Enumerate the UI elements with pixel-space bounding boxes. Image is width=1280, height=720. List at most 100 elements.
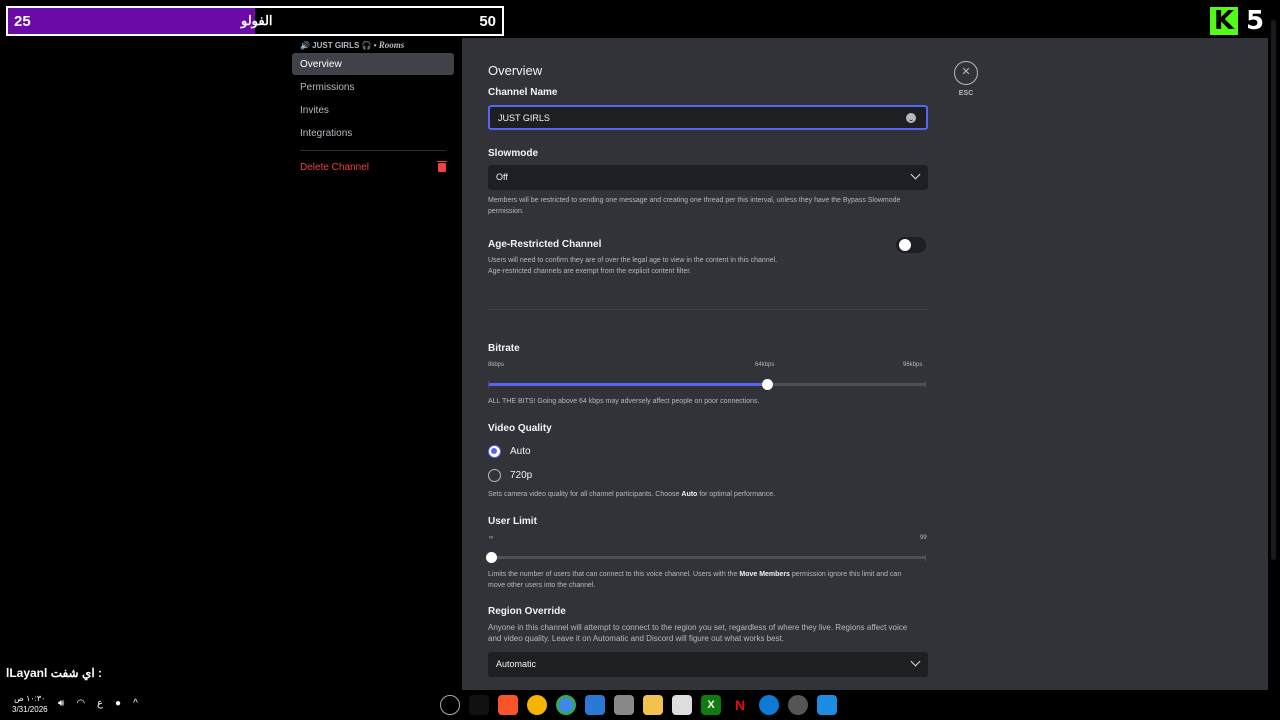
- chat-text: اي شفت :: [50, 666, 103, 680]
- volume-icon[interactable]: 🔊︎: [58, 698, 64, 709]
- file-explorer-icon[interactable]: [643, 695, 663, 715]
- region-override-label: Region Override: [488, 606, 566, 617]
- toggle-knob: [899, 239, 911, 251]
- follower-goal-bar: 25 الفولو 50: [6, 6, 504, 36]
- chrome-icon[interactable]: [556, 695, 576, 715]
- hint-text: Sets camera video quality for all channe…: [488, 491, 680, 498]
- bitrate-min-label: 8kbps: [488, 362, 505, 368]
- language-indicator[interactable]: ع: [97, 698, 103, 709]
- video-quality-option-auto[interactable]: Auto: [488, 445, 531, 458]
- sidebar-divider: [300, 150, 446, 151]
- video-quality-hint: Sets camera video quality for all channe…: [488, 489, 918, 500]
- bitrate-slider-fill: [488, 383, 767, 386]
- xbox-icon[interactable]: X: [701, 695, 721, 715]
- slowmode-select[interactable]: Off: [488, 165, 928, 190]
- radio-selected-icon[interactable]: [488, 445, 501, 458]
- region-value: Automatic: [496, 659, 537, 669]
- age-restricted-hint: Users will need to confirm they are of o…: [488, 255, 918, 277]
- user-limit-tick: [925, 554, 926, 561]
- blank-app-icon[interactable]: [469, 695, 489, 715]
- close-settings-button[interactable]: ✕ ESC: [953, 61, 979, 97]
- bitrate-mid-label: 64kbps: [755, 362, 775, 368]
- age-hint-line-2: Age-restricted channels are exempt from …: [488, 268, 692, 275]
- sidebar-item-permissions[interactable]: Permissions: [292, 76, 454, 98]
- age-hint-line-1: Users will need to confirm they are of o…: [488, 257, 778, 264]
- sidebar-item-label: Invites: [300, 104, 329, 116]
- bitrate-tick: [925, 381, 926, 388]
- kick-logo: K 5: [1210, 6, 1264, 36]
- netflix-icon[interactable]: N: [730, 695, 750, 715]
- emoji-icon[interactable]: [906, 113, 916, 123]
- user-limit-slider[interactable]: [486, 552, 926, 563]
- brave-icon[interactable]: [498, 695, 518, 715]
- slowmode-hint: Members will be restricted to sending on…: [488, 197, 901, 215]
- channel-name-label: Channel Name: [488, 87, 558, 98]
- video-option-label: Auto: [510, 446, 531, 457]
- chrome-canary-icon[interactable]: [527, 695, 547, 715]
- copilot-icon[interactable]: [440, 695, 460, 715]
- goal-current: 25: [14, 13, 31, 30]
- sidebar-item-overview[interactable]: Overview: [292, 53, 454, 75]
- sidebar-item-label: Overview: [300, 58, 342, 70]
- close-icon[interactable]: ✕: [954, 61, 978, 85]
- wifi-icon[interactable]: ◠: [76, 698, 85, 709]
- region-override-hint: Anyone in this channel will attempt to c…: [488, 623, 908, 643]
- chevron-down-icon: [910, 656, 921, 667]
- sidebar-item-integrations[interactable]: Integrations: [292, 122, 454, 144]
- store-icon[interactable]: [672, 695, 692, 715]
- trash-icon: [437, 160, 447, 172]
- goal-target: 50: [479, 13, 496, 30]
- chat-overlay-message: lLayanl اي شفت :: [6, 666, 102, 680]
- hint-text: Limits the number of users that can conn…: [488, 571, 738, 578]
- video-quality-option-720p[interactable]: 720p: [488, 469, 532, 482]
- clock-date: 3/31/2026: [12, 705, 48, 714]
- delete-channel-label: Delete Channel: [300, 161, 369, 173]
- channel-name-value: JUST GIRLS: [498, 113, 550, 123]
- page-scrollbar[interactable]: [1271, 20, 1276, 560]
- user-limit-max-label: 99: [920, 535, 927, 541]
- bitrate-slider[interactable]: [488, 379, 926, 390]
- kick-k-icon: K: [1210, 7, 1238, 35]
- delete-channel-button[interactable]: Delete Channel: [292, 156, 454, 178]
- page-title: Overview: [488, 63, 543, 78]
- chevron-up-icon[interactable]: ^: [133, 698, 138, 709]
- user-limit-slider-handle[interactable]: [486, 552, 497, 563]
- photos-icon[interactable]: [585, 695, 605, 715]
- video-quality-label: Video Quality: [488, 423, 552, 434]
- bitrate-max-label: 96kbps: [903, 362, 923, 368]
- slowmode-label: Slowmode: [488, 148, 539, 159]
- category-name: Rooms: [378, 40, 405, 50]
- windows-icon[interactable]: [817, 695, 837, 715]
- goal-label: الفولو: [241, 13, 273, 28]
- radio-unselected-icon[interactable]: [488, 469, 501, 482]
- user-limit-min-label: ∞: [489, 535, 494, 541]
- user-limit-label: User Limit: [488, 516, 537, 527]
- bitrate-label: Bitrate: [488, 343, 520, 354]
- hint-bold: Auto: [681, 491, 698, 498]
- sidebar-header: 🔊 JUST GIRLS 🎧 • Rooms: [292, 38, 454, 52]
- sidebar-item-invites[interactable]: Invites: [292, 99, 454, 121]
- notepad-icon[interactable]: [614, 695, 634, 715]
- bitrate-hint: ALL THE BITS! Going above 64 kbps may ad…: [488, 398, 760, 405]
- microphone-icon[interactable]: ●: [115, 698, 121, 709]
- taskbar-clock[interactable]: ١٠:٣٠ ص 3/31/2026: [12, 693, 48, 715]
- sidebar-item-label: Permissions: [300, 81, 355, 93]
- system-tray: 🔊︎ ◠ ع ● ^: [58, 698, 138, 709]
- hint-text: for optimal performance.: [699, 491, 776, 498]
- region-select[interactable]: Automatic: [488, 652, 928, 677]
- bitrate-slider-handle[interactable]: [761, 379, 773, 390]
- user-limit-hint: Limits the number of users that can conn…: [488, 569, 920, 591]
- settings-icon[interactable]: [788, 695, 808, 715]
- edge-icon[interactable]: [759, 695, 779, 715]
- channel-name-input[interactable]: JUST GIRLS: [488, 105, 928, 130]
- bitrate-tick: [488, 381, 489, 388]
- section-divider: [488, 309, 928, 310]
- chat-user: lLayanl: [6, 666, 48, 680]
- clock-time: ١٠:٣٠ ص: [14, 694, 46, 703]
- slowmode-value: Off: [496, 172, 508, 182]
- age-restricted-toggle[interactable]: [896, 237, 926, 253]
- settings-content: Overview Channel Name JUST GIRLS Slowmod…: [462, 38, 1268, 690]
- channel-header-name: 🔊 JUST GIRLS 🎧 •: [300, 41, 377, 50]
- brand-number: 5: [1246, 6, 1265, 36]
- hint-bold: Move Members: [739, 571, 790, 578]
